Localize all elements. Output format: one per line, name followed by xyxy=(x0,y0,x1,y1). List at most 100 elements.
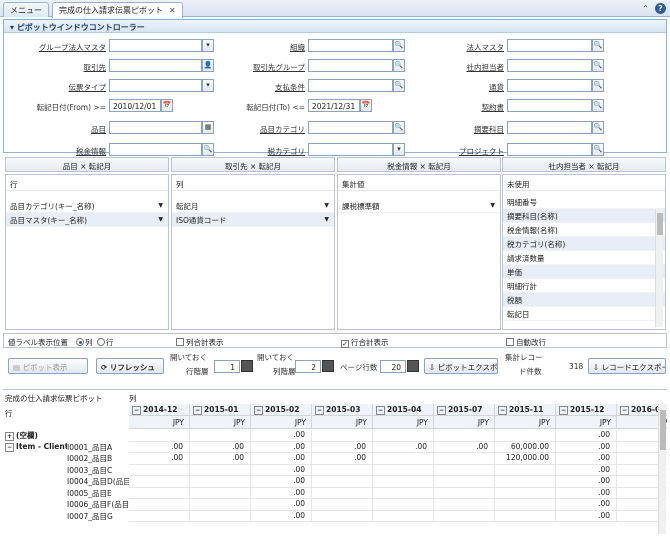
collapse-icon[interactable]: − xyxy=(193,406,203,415)
filter-field[interactable] xyxy=(109,59,202,72)
filter-button-icon[interactable]: 📅 xyxy=(161,99,173,112)
zone-item[interactable]: 税額 xyxy=(503,293,665,307)
month-header[interactable]: −2015-04 xyxy=(373,404,434,416)
tab-menu[interactable]: メニュー xyxy=(3,2,49,17)
filter-button-icon[interactable]: 🔍 xyxy=(592,143,604,156)
collapse-icon[interactable]: − xyxy=(315,406,325,415)
dropdown-arrow-icon[interactable]: ▼ xyxy=(158,216,163,223)
radio-col[interactable]: 列 xyxy=(76,337,93,348)
dropdown-arrow-icon[interactable]: ▼ xyxy=(324,216,329,223)
collapse-icon[interactable]: − xyxy=(437,406,447,415)
dropdown-arrow-icon[interactable]: ▼ xyxy=(324,202,329,209)
collapse-icon[interactable]: − xyxy=(559,406,569,415)
collapse-icon[interactable]: − xyxy=(376,406,386,415)
close-icon[interactable]: ✕ xyxy=(169,6,176,15)
filter-field[interactable] xyxy=(109,79,202,92)
view-tab[interactable]: 取引先 × 転記月 xyxy=(171,157,335,172)
filter-field[interactable]: 2021/12/31 xyxy=(308,99,360,112)
row-total-checkbox[interactable]: ✓ 行合計表示 xyxy=(341,337,389,348)
grid-title: 完成の仕入請求伝票ピボット xyxy=(5,394,103,403)
view-tab[interactable]: 税金情報 × 転記月 xyxy=(337,157,501,172)
grid-cell xyxy=(373,510,434,522)
auto-wrap-checkbox[interactable]: 自動改行 xyxy=(506,337,546,348)
record-export-button[interactable]: ⇩ レコードエクスポー xyxy=(588,358,666,374)
scrollbar-thumb[interactable] xyxy=(657,213,663,235)
filter-button-icon[interactable]: 🔍 xyxy=(592,39,604,52)
col-total-checkbox[interactable]: 列合計表示 xyxy=(176,337,224,348)
open-rows-input[interactable]: 1 xyxy=(214,360,240,373)
zone-item[interactable]: 課税標準額 ▼ xyxy=(338,199,500,213)
zone-item[interactable]: 品目マスタ(キー_名称) ▼ xyxy=(6,213,168,227)
zone-item[interactable]: 摘要科目(名称) xyxy=(503,209,665,223)
filter-field[interactable] xyxy=(507,99,592,112)
zone-item[interactable]: 税金情報(名称) xyxy=(503,223,665,237)
expand-icon[interactable]: + xyxy=(5,432,15,441)
pivot-export-button[interactable]: ⇩ ピボットエクスポ xyxy=(424,358,498,374)
calculator-icon[interactable] xyxy=(241,360,253,372)
calculator-icon[interactable] xyxy=(322,360,334,372)
collapse-icon[interactable]: − xyxy=(620,406,630,415)
month-header[interactable]: −2015-02 xyxy=(251,404,312,416)
filter-field[interactable] xyxy=(507,79,592,92)
filter-button-icon[interactable]: 🔍 xyxy=(592,79,604,92)
radio-row[interactable]: 行 xyxy=(97,337,114,348)
pivot-show-button[interactable]: ▤ ピボット表示 xyxy=(8,358,88,374)
page-rows-input[interactable]: 20 xyxy=(380,360,406,373)
filter-field[interactable] xyxy=(109,39,202,52)
help-icon[interactable]: ? xyxy=(655,3,666,14)
filter-field[interactable] xyxy=(308,143,393,156)
expand-icon[interactable]: − xyxy=(5,442,15,452)
filter-label: 税カテゴリ xyxy=(267,147,306,156)
zone-item[interactable]: ISO通貨コード ▼ xyxy=(172,213,334,227)
filter-field[interactable] xyxy=(507,121,592,134)
row-group-label[interactable]: −Item - Client C xyxy=(5,442,67,453)
filter-field[interactable] xyxy=(308,121,393,134)
currency-header: JPY xyxy=(190,416,251,429)
filter-field[interactable] xyxy=(308,59,393,72)
zone-item[interactable]: 転記月 ▼ xyxy=(172,199,334,213)
collapse-icon[interactable]: − xyxy=(498,406,508,415)
view-tab[interactable]: 社内担当者 × 転記月 xyxy=(502,157,666,172)
filter-field[interactable] xyxy=(109,143,202,156)
zone-item[interactable]: 品目カテゴリ(キー_名称) ▼ xyxy=(6,199,168,213)
grid-scrollbar[interactable] xyxy=(658,404,666,534)
filter-field[interactable] xyxy=(507,143,592,156)
month-header[interactable]: −2015-01 xyxy=(190,404,251,416)
month-header[interactable]: −2015-07 xyxy=(434,404,495,416)
open-cols-input[interactable]: 2 xyxy=(295,360,321,373)
scrollbar-thumb[interactable] xyxy=(660,410,666,450)
collapse-icon[interactable]: ⌃ xyxy=(640,3,651,14)
month-header[interactable]: −2015-11 xyxy=(495,404,556,416)
filter-field[interactable]: 2010/12/01 xyxy=(109,99,161,112)
scrollbar[interactable] xyxy=(655,209,663,327)
filter-field[interactable] xyxy=(507,59,592,72)
view-tab[interactable]: 品目 × 転記月 xyxy=(5,157,169,172)
zone-item[interactable]: 単価 xyxy=(503,265,665,279)
filter-button-icon[interactable]: 🔍 xyxy=(592,121,604,134)
collapse-icon[interactable]: − xyxy=(132,406,142,415)
dropdown-arrow-icon[interactable]: ▼ xyxy=(490,202,495,209)
filter-button-icon[interactable]: 🔍 xyxy=(592,99,604,112)
zone-item[interactable]: 明細行計 xyxy=(503,279,665,293)
row-group-label[interactable]: + (空欄) xyxy=(5,430,67,441)
filter-button-icon[interactable]: 📅 xyxy=(360,99,372,112)
filter-label: 品目カテゴリ xyxy=(260,125,305,134)
month-header[interactable]: −2015-12 xyxy=(556,404,617,416)
dropdown-arrow-icon[interactable]: ▼ xyxy=(158,202,163,209)
collapse-icon[interactable]: − xyxy=(254,406,264,415)
filter-field[interactable] xyxy=(308,79,393,92)
month-header[interactable]: −2015-03 xyxy=(312,404,373,416)
zone-item[interactable]: 明細番号 xyxy=(503,195,665,209)
calculator-icon[interactable] xyxy=(407,360,419,372)
filter-field[interactable] xyxy=(109,121,202,134)
zone-item[interactable]: 転記日 xyxy=(503,307,665,321)
zone-item[interactable]: 請求済数量 xyxy=(503,251,665,265)
refresh-button[interactable]: ⟳ リフレッシュ xyxy=(96,358,164,374)
zone-item[interactable]: 税カテゴリ(名称) xyxy=(503,237,665,251)
tab-pivot[interactable]: 完成の仕入請求伝票ピボット ✕ xyxy=(52,2,183,18)
filter-field[interactable] xyxy=(507,39,592,52)
month-header[interactable]: −2014-12 xyxy=(129,404,190,416)
filter-button-icon[interactable]: 🔍 xyxy=(592,59,604,72)
controller-title[interactable]: ▾ ピボットウインドウコントローラー xyxy=(4,20,666,33)
filter-field[interactable] xyxy=(308,39,393,52)
